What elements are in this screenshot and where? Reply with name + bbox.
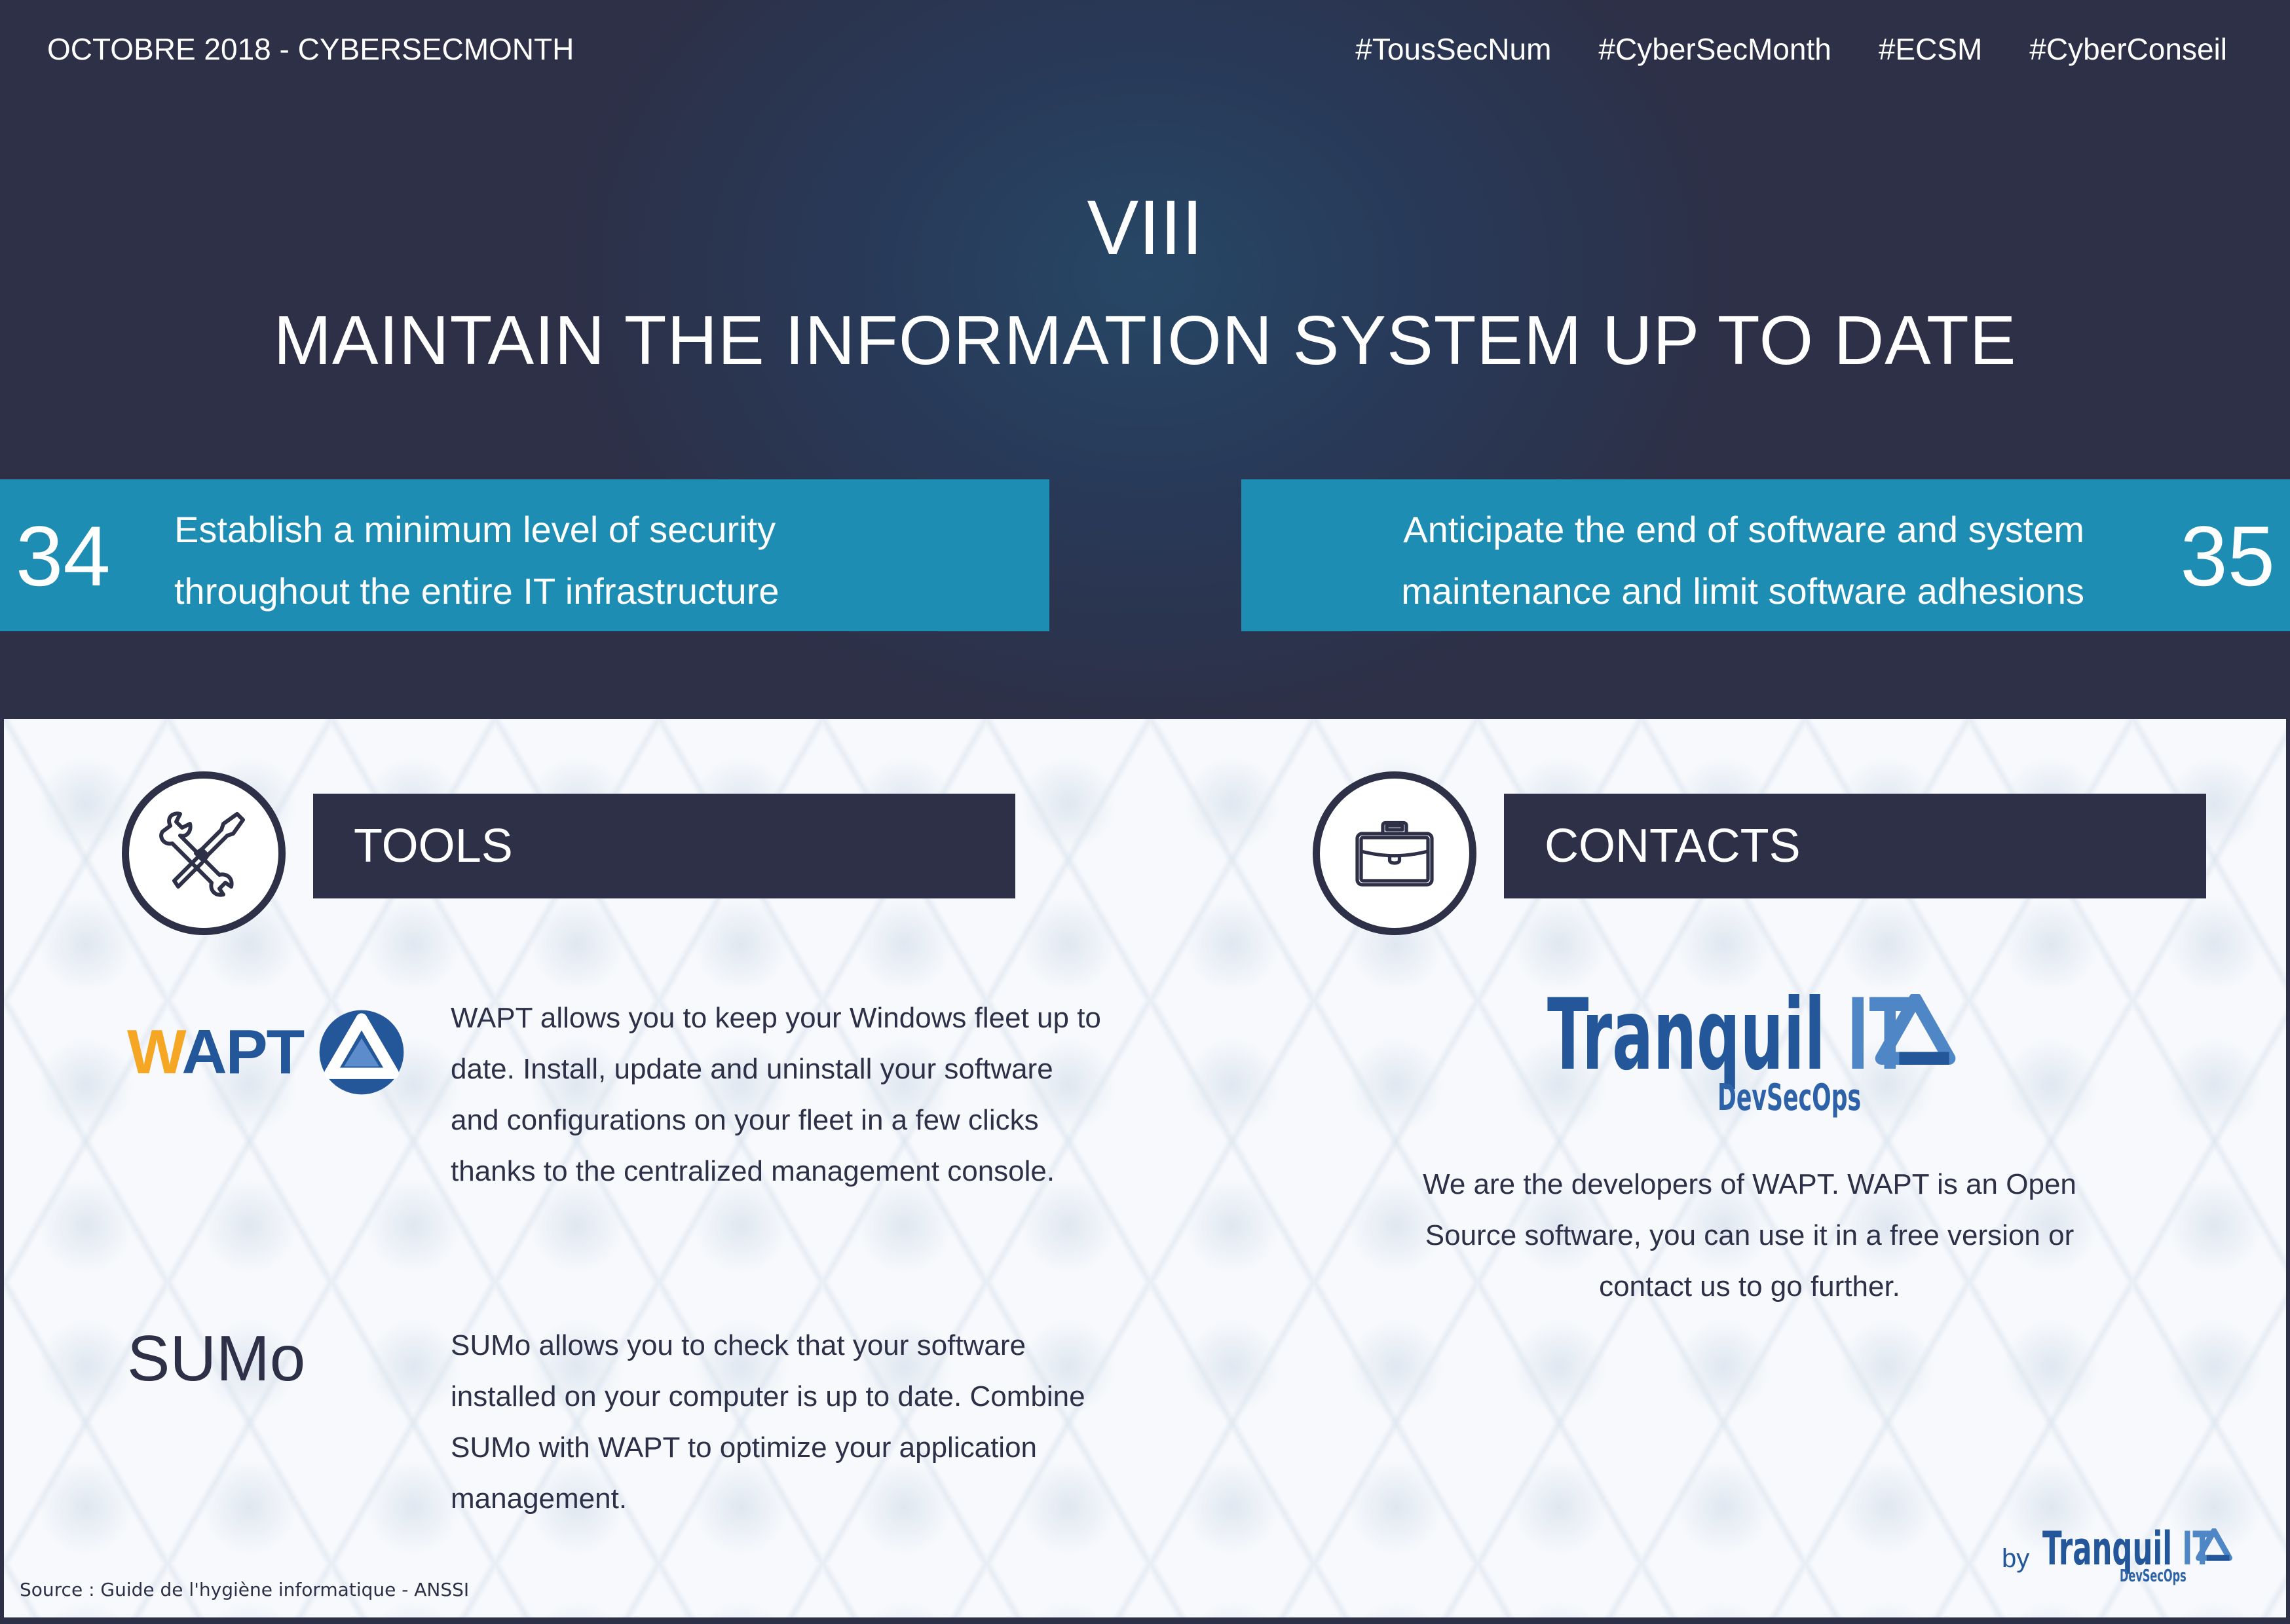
wrench-screwdriver-icon [159,811,245,897]
desc-line: WAPT allows you to keep your Windows fle… [451,1002,1101,1034]
desc-line: thanks to the centralized management con… [451,1155,1055,1187]
chapter-numeral: VIII [1087,185,1203,271]
rule-text-line: throughout the entire IT infrastructure [174,570,779,612]
page-title: MAINTAIN THE INFORMATION SYSTEM UP TO DA… [273,302,2017,379]
hashtag: #ECSM [1878,32,1983,66]
footer-brand-tagline: DevSecOps [2120,1566,2187,1586]
rule-card-34: 34 Establish a minimum level of security… [0,479,1049,631]
tranquil-it-logo: Tranquil IT DevSecOps [1547,986,1966,1119]
tools-heading: TOOLS [354,820,513,872]
desc-line: SUMo allows you to check that your softw… [451,1329,1026,1361]
desc-line: installed on your computer is up to date… [451,1380,1085,1412]
wapt-logo: WAPT [127,1008,405,1096]
hashtag: #CyberSecMonth [1598,32,1831,66]
rule-text-line: Establish a minimum level of security [174,509,776,550]
footer-triangle-icon [2196,1528,2232,1561]
desc-line: date. Install, update and uninstall your… [451,1053,1053,1085]
contacts-icon-badge [1313,771,1476,935]
sumo-logo: SUMo [127,1322,306,1394]
event-label: OCTOBRE 2018 - CYBERSECMONTH [47,32,574,66]
by-label: by [2002,1544,2030,1573]
wapt-apt: APT [181,1017,305,1087]
footer-brand-wordmark: Tranquil IT [2042,1526,2212,1572]
desc-line: contact us to go further. [1599,1270,1900,1302]
content-panel: TOOLS WAPT WAPT allows you to keep your … [4,719,2286,1617]
rule-text-line: maintenance and limit software adhesions [1401,570,2084,612]
rule-number: 34 [16,508,111,604]
contacts-heading: CONTACTS [1545,820,1801,872]
brand-tagline: DevSecOps [1718,1077,1862,1119]
rule-number: 35 [2180,508,2275,604]
brand-main: Tranquil [1547,978,1826,1092]
header-band: OCTOBRE 2018 - CYBERSECMONTH #TousSecNum… [0,0,2290,720]
wapt-description: WAPT allows you to keep your Windows fle… [451,993,1101,1197]
wapt-wordmark: WAPT [127,1016,305,1088]
tranquil-triangle-icon [1875,994,1956,1065]
desc-line: We are the developers of WAPT. WAPT is a… [1423,1168,2076,1200]
wapt-w: W [127,1017,183,1087]
tools-heading-bar: TOOLS [313,794,1015,898]
contacts-description: We are the developers of WAPT. WAPT is a… [1340,1159,2159,1312]
footer-brand: by Tranquil IT DevSecOps [2002,1526,2251,1591]
rule-text: Establish a minimum level of security th… [174,499,779,622]
desc-line: and configurations on your fleet in a fe… [451,1104,1039,1136]
tools-icon-badge [122,771,286,935]
hashtag: #TousSecNum [1355,32,1552,66]
wapt-triangle-logo-icon [319,1010,404,1095]
rule-text: Anticipate the end of software and syste… [1401,499,2084,622]
hashtag-list: #TousSecNum #CyberSecMonth #ECSM #CyberC… [1355,31,2227,67]
sumo-description: SUMo allows you to check that your softw… [451,1320,1085,1524]
hashtag: #CyberConseil [2029,32,2227,66]
desc-line: Source software, you can use it in a fre… [1425,1219,2074,1251]
rule-text-line: Anticipate the end of software and syste… [1403,509,2084,550]
contacts-heading-bar: CONTACTS [1504,794,2206,898]
briefcase-icon [1355,821,1434,887]
desc-line: management. [451,1483,628,1515]
desc-line: SUMo with WAPT to optimize your applicat… [451,1431,1038,1464]
rule-card-35: Anticipate the end of software and syste… [1241,479,2290,631]
tranquil-it-wordmark: Tranquil IT [1547,986,1911,1084]
source-citation: Source : Guide de l'hygiène informatique… [20,1579,470,1600]
